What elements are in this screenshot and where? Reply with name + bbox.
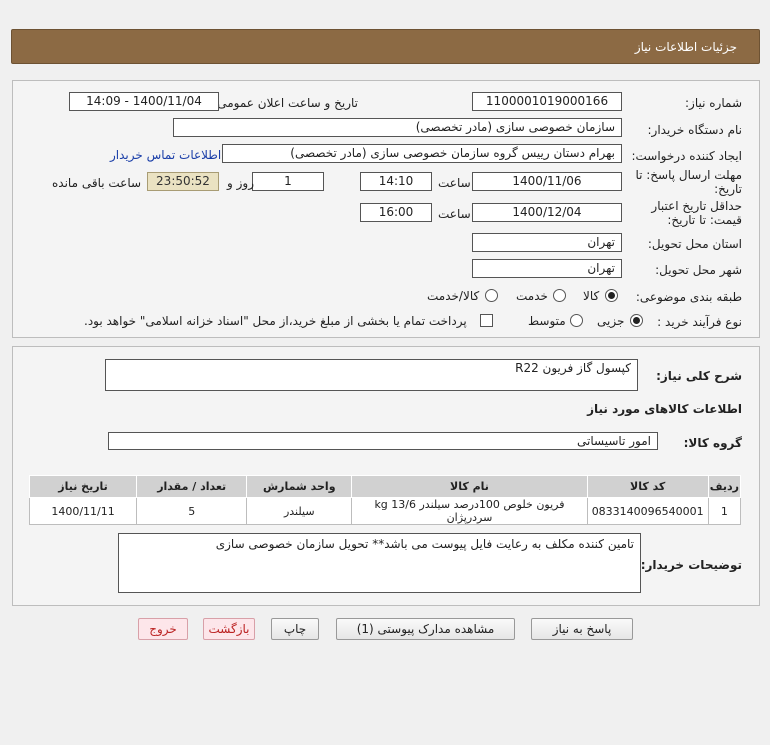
print-button[interactable]: چاپ bbox=[271, 618, 319, 640]
col-code: کد کالا bbox=[586, 475, 709, 498]
col-date: تاریخ نیاز bbox=[28, 475, 138, 498]
announce-label: تاریخ و ساعت اعلان عمومی: bbox=[213, 96, 358, 110]
buyer-contact-link[interactable]: اطلاعات تماس خریدار bbox=[110, 148, 221, 162]
province-label: استان محل تحویل: bbox=[647, 237, 742, 251]
process-option-minor: جزیی bbox=[597, 314, 625, 328]
days-label: روز و bbox=[227, 176, 254, 190]
category-label: طبقه بندی موضوعی: bbox=[635, 290, 742, 304]
page-header: جزئیات اطلاعات نیاز bbox=[11, 29, 760, 64]
col-quantity: تعداد / مقدار bbox=[136, 475, 248, 498]
buyer-org-label: نام دستگاه خریدار: bbox=[647, 123, 743, 137]
deadline-time-label: ساعت bbox=[438, 176, 471, 190]
city-label: شهر محل تحویل: bbox=[655, 263, 742, 277]
validity-label: حداقل تاریخ اعتبار bbox=[651, 199, 742, 213]
goods-table: ردیف کد کالا نام کالا واحد شمارش تعداد /… bbox=[28, 475, 742, 525]
attachments-button[interactable]: مشاهده مدارک پیوستی (1) bbox=[336, 618, 515, 640]
buyer-org-field: سازمان خصوصی سازی (مادر تخصصی) bbox=[173, 118, 622, 137]
back-button[interactable]: بازگشت bbox=[203, 618, 255, 640]
reply-button[interactable]: پاسخ به نیاز bbox=[531, 618, 633, 640]
page-title: جزئیات اطلاعات نیاز bbox=[634, 40, 737, 54]
city-field: تهران bbox=[472, 259, 622, 278]
buyer-notes-field: تامین کننده مکلف به رعایت فایل پیوست می … bbox=[118, 533, 641, 593]
category-radio-goods[interactable] bbox=[605, 289, 618, 302]
process-option-medium: متوسط bbox=[528, 314, 566, 328]
description-label: شرح کلی نیاز: bbox=[656, 369, 742, 383]
cell-date: 1400/11/11 bbox=[28, 497, 138, 525]
creator-label: ایجاد کننده درخواست: bbox=[631, 149, 742, 163]
need-number-label: شماره نیاز: bbox=[685, 96, 742, 110]
need-number-field: 1100001019000166 bbox=[472, 92, 622, 111]
deadline-time-field: 14:10 bbox=[360, 172, 432, 191]
cell-row: 1 bbox=[707, 497, 742, 525]
category-option-goods: کالا bbox=[583, 289, 600, 303]
goods-group-field: امور تاسیساتی bbox=[108, 432, 658, 450]
table-row: 1 0833140096540001 فریون خلوص 100درصد سی… bbox=[28, 497, 742, 525]
col-name: نام کالا bbox=[351, 475, 588, 498]
category-option-service: خدمت bbox=[516, 289, 548, 303]
cell-code: 0833140096540001 bbox=[586, 497, 709, 525]
province-field: تهران bbox=[472, 233, 622, 252]
exit-button[interactable]: خروج bbox=[138, 618, 188, 640]
process-radio-medium[interactable] bbox=[570, 314, 583, 327]
deadline-date-field: 1400/11/06 bbox=[472, 172, 622, 191]
category-radio-service[interactable] bbox=[553, 289, 566, 302]
col-row: ردیف bbox=[707, 475, 742, 498]
treasury-payment-note: پرداخت تمام یا بخشی از مبلغ خرید،از محل … bbox=[84, 314, 467, 328]
process-radio-minor[interactable] bbox=[630, 314, 643, 327]
goods-table-header: ردیف کد کالا نام کالا واحد شمارش تعداد /… bbox=[28, 475, 742, 498]
deadline-label-2: تاریخ: bbox=[714, 182, 742, 196]
validity-time-label: ساعت bbox=[438, 207, 471, 221]
cell-unit: سیلندر bbox=[246, 497, 353, 525]
validity-date-field: 1400/12/04 bbox=[472, 203, 622, 222]
description-field: کپسول گاز فریون R22 bbox=[105, 359, 638, 391]
validity-time-field: 16:00 bbox=[360, 203, 432, 222]
deadline-label: مهلت ارسال پاسخ: تا bbox=[635, 168, 742, 182]
category-radio-both[interactable] bbox=[485, 289, 498, 302]
process-label: نوع فرآیند خرید : bbox=[657, 315, 742, 329]
category-option-both: کالا/خدمت bbox=[427, 289, 480, 303]
remaining-label: ساعت باقی مانده bbox=[52, 176, 142, 190]
announce-date-field: 1400/11/04 - 14:09 bbox=[69, 92, 219, 111]
cell-quantity: 5 bbox=[136, 497, 248, 525]
creator-field: بهرام دستان رییس گروه سازمان خصوصی سازی … bbox=[222, 144, 622, 163]
goods-group-label: گروه کالا: bbox=[683, 436, 742, 450]
remaining-timer: 23:50:52 bbox=[147, 172, 219, 191]
treasury-payment-checkbox[interactable] bbox=[480, 314, 493, 327]
col-unit: واحد شمارش bbox=[246, 475, 353, 498]
goods-section-title: اطلاعات کالاهای مورد نیاز bbox=[587, 402, 742, 416]
buyer-notes-label: توضیحات خریدار: bbox=[640, 558, 742, 572]
cell-name: فریون خلوص 100درصد سیلندر 13/6 kg سردرپژ… bbox=[351, 497, 588, 525]
validity-label-2: قیمت: تا تاریخ: bbox=[667, 213, 742, 227]
days-remaining-field: 1 bbox=[252, 172, 324, 191]
